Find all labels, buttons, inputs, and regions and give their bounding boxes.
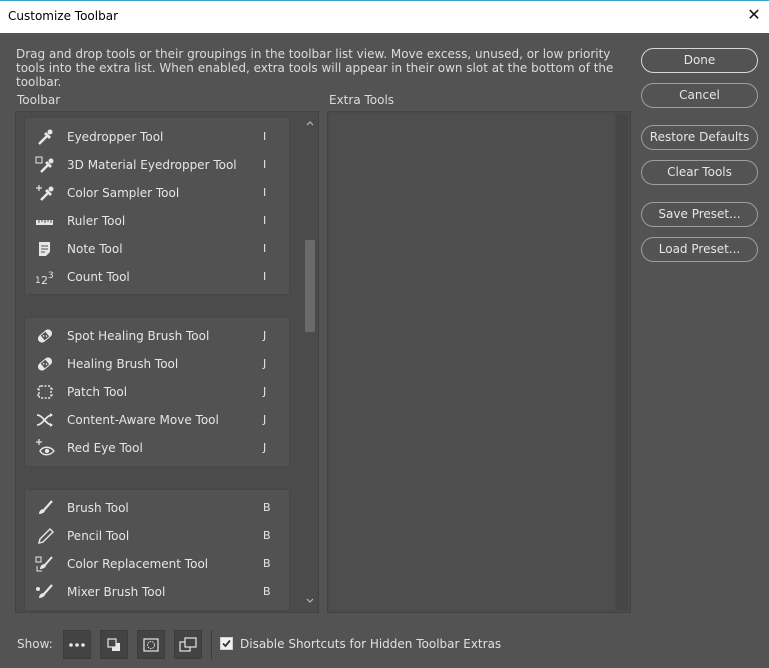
mixer-brush-icon [36,584,53,598]
tool-name: Eyedropper Tool [67,130,164,144]
restore-defaults-button[interactable]: Restore Defaults [641,125,758,150]
tool-name: Color Sampler Tool [67,186,180,200]
tool-group-healing[interactable]: Spot Healing Brush Tool J Healing Brush … [24,317,290,467]
tool-name: Spot Healing Brush Tool [67,329,210,343]
tool-name: Mixer Brush Tool [67,585,166,599]
scrollbar-thumb[interactable] [305,240,315,332]
tool-row-patch[interactable]: Patch Tool J [25,378,289,406]
extra-tools-label: Extra Tools [329,93,395,107]
tool-group-brush[interactable]: Brush Tool B Pencil Tool B Color Replace… [24,489,290,611]
note-icon [39,242,50,256]
cancel-button[interactable]: Cancel [641,83,758,108]
tool-name: Color Replacement Tool [67,557,209,571]
tool-row-color-sampler[interactable]: Color Sampler Tool I [25,179,289,207]
quick-mask-icon [143,638,159,652]
show-screen-mode-button[interactable] [174,630,202,659]
checkmark-icon [222,639,231,648]
tool-row-count[interactable]: 123 Count Tool I [25,263,289,291]
tool-name: Red Eye Tool [67,441,143,455]
tool-shortcut: B [263,585,271,598]
svg-text:1: 1 [35,276,41,286]
show-label: Show: [17,637,53,651]
content-aware-move-icon [36,413,53,427]
tool-row-spot-healing-brush[interactable]: Spot Healing Brush Tool J [25,322,289,350]
tool-row-note[interactable]: Note Tool I [25,235,289,263]
tool-row-content-aware-move[interactable]: Content-Aware Move Tool J [25,406,289,434]
tool-shortcut: I [263,158,267,171]
load-preset-button[interactable]: Load Preset... [641,237,758,262]
count-icon: 123 [35,271,54,286]
tool-name: 3D Material Eyedropper Tool [67,158,237,172]
tool-shortcut: I [263,186,267,199]
toolbar-scrollbar[interactable] [302,112,318,612]
foreground-background-swatch-icon [107,638,120,651]
healing-brush-icon [37,357,53,371]
patch-icon [37,385,53,399]
tool-shortcut: J [263,329,267,342]
color-sampler-icon [36,185,54,201]
brush-icon [39,500,53,514]
tool-name: Healing Brush Tool [67,357,179,371]
tool-shortcut: J [263,357,267,370]
tool-row-eyedropper[interactable]: Eyedropper Tool I [25,123,289,151]
tool-shortcut: J [263,441,267,454]
scroll-down-icon[interactable] [305,596,315,606]
tool-name: Brush Tool [67,501,129,515]
tool-name: Note Tool [67,242,123,256]
eyedropper-icon [38,129,53,145]
tool-row-color-replacement[interactable]: Color Replacement Tool B [25,550,289,578]
tool-name: Ruler Tool [67,214,126,228]
svg-text:3: 3 [48,271,54,281]
extra-tools-list[interactable] [327,111,631,613]
tool-shortcut: J [263,385,267,398]
instructions-text: Drag and drop tools or their groupings i… [16,47,614,89]
divider [211,630,212,660]
title-bar: Customize Toolbar ✕ [0,0,769,33]
disable-shortcuts-checkbox[interactable] [220,637,233,650]
spot-healing-brush-icon [37,329,53,343]
tool-row-healing-brush[interactable]: Healing Brush Tool J [25,350,289,378]
svg-text:2: 2 [41,274,48,286]
scroll-up-icon[interactable] [305,118,315,128]
tool-shortcut: J [263,413,267,426]
red-eye-icon [36,439,55,456]
tool-row-mixer-brush[interactable]: Mixer Brush Tool B [25,578,289,606]
color-replacement-icon [35,556,53,572]
tool-name: Content-Aware Move Tool [67,413,219,427]
extra-tools-drop-area[interactable] [330,114,614,610]
tool-name: Patch Tool [67,385,128,399]
ruler-icon [36,220,53,225]
tool-row-pencil[interactable]: Pencil Tool B [25,522,289,550]
more-icon [69,643,85,647]
window-title: Customize Toolbar [8,9,119,23]
tool-name: Count Tool [67,270,130,284]
3d-material-eyedropper-icon [35,156,54,173]
tool-shortcut: B [263,557,271,570]
extra-tools-scrollbar[interactable] [616,114,628,610]
toolbar-label: Toolbar [17,93,61,107]
pencil-icon [38,528,54,544]
tool-shortcut: I [263,270,267,283]
tool-shortcut: B [263,529,271,542]
disable-shortcuts-label: Disable Shortcuts for Hidden Toolbar Ext… [240,637,502,651]
show-swatches-button[interactable] [100,630,128,659]
tool-group-eyedropper[interactable]: Eyedropper Tool I 3D Material Eyedropper… [24,117,290,295]
tool-shortcut: I [263,242,267,255]
toolbar-list[interactable]: Eyedropper Tool I 3D Material Eyedropper… [15,111,319,613]
tool-row-3d-material-eyedropper[interactable]: 3D Material Eyedropper Tool I [25,151,289,179]
show-quick-mask-button[interactable] [137,630,165,659]
tool-shortcut: I [263,130,267,143]
tool-row-red-eye[interactable]: Red Eye Tool J [25,434,289,462]
screen-mode-icon [179,637,197,652]
tool-row-ruler[interactable]: Ruler Tool I [25,207,289,235]
save-preset-button[interactable]: Save Preset... [641,202,758,227]
clear-tools-button[interactable]: Clear Tools [641,160,758,185]
tool-shortcut: B [263,501,271,514]
close-button[interactable]: ✕ [743,4,765,26]
tool-row-brush[interactable]: Brush Tool B [25,494,289,522]
show-more-button[interactable] [63,630,91,659]
tool-name: Pencil Tool [67,529,130,543]
tool-shortcut: I [263,214,267,227]
done-button[interactable]: Done [641,48,758,73]
